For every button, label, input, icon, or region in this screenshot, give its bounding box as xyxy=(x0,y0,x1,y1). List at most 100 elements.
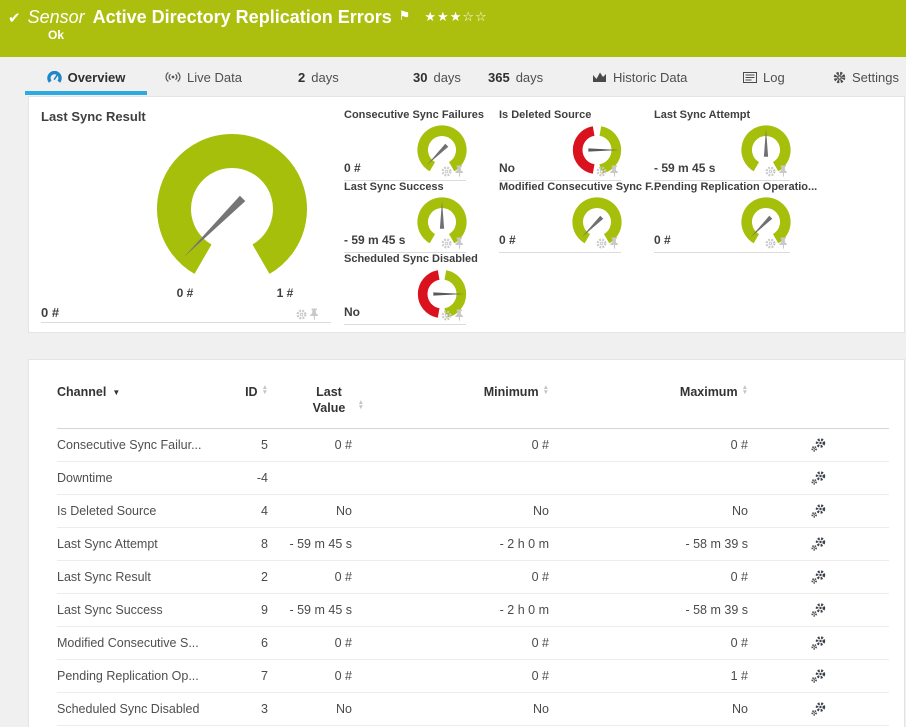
table-row: Scheduled Sync Disabled 3 No No No xyxy=(57,692,889,726)
live-data-icon xyxy=(165,72,181,82)
cell-actions xyxy=(748,494,889,528)
sensor-title-row: ✔ Sensor Active Directory Replication Er… xyxy=(0,0,906,28)
cell-minimum: - 2 h 0 m xyxy=(352,527,549,561)
cell-maximum: 0 # xyxy=(549,560,748,594)
channel-settings-icon[interactable] xyxy=(810,701,827,717)
channel-settings-icon[interactable] xyxy=(810,569,827,585)
gauge-settings-gear-icon[interactable] xyxy=(765,238,776,249)
tab-365-days[interactable]: 365 days xyxy=(488,66,543,88)
tab-30-days[interactable]: 30 days xyxy=(413,66,461,88)
gauge-pin-icon[interactable] xyxy=(455,309,464,321)
gauge-tile-consecutive-sync-failures: Consecutive Sync Failures 0 # xyxy=(344,109,484,181)
cell-maximum: - 58 m 39 s xyxy=(549,593,748,627)
gauge-pin-icon[interactable] xyxy=(779,165,788,177)
channels-table: Channel ▼ ID ▲ ▼ Last Value ▲ ▼ Minimum ▲ ▼ Max… xyxy=(57,360,889,726)
tab-settings[interactable]: Settings xyxy=(833,66,899,88)
gear-icon xyxy=(441,310,452,320)
cell-last-value: 0 # xyxy=(268,560,352,594)
gauge-pin-icon[interactable] xyxy=(455,237,464,249)
column-header-last-value[interactable]: Last Value ▲ ▼ xyxy=(268,360,364,429)
cell-maximum: 0 # xyxy=(549,428,748,462)
gauge-pin-icon[interactable] xyxy=(610,165,619,177)
gauge-value: 0 # xyxy=(499,233,516,247)
table-header-row: Channel ▼ ID ▲ ▼ Last Value ▲ ▼ Minimum ▲ ▼ Max… xyxy=(57,360,889,429)
status-check-icon: ✔ xyxy=(8,9,21,27)
gauge-tile-actions xyxy=(765,237,788,249)
gauge-title: Modified Consecutive Sync F... xyxy=(499,181,660,193)
table-row: Downtime -4 xyxy=(57,461,889,495)
channel-settings-icon[interactable] xyxy=(810,536,827,552)
gauge-settings-gear-icon[interactable] xyxy=(441,310,452,321)
column-header-id[interactable]: ID ▲ ▼ xyxy=(227,360,268,429)
cell-last-value: - 59 m 45 s xyxy=(268,593,352,627)
settings-gear-icon xyxy=(833,71,846,83)
cell-id: 5 xyxy=(227,428,268,462)
cell-channel: Last Sync Success xyxy=(57,593,227,627)
gauge-title: Last Sync Attempt xyxy=(654,109,751,121)
cell-maximum: 1 # xyxy=(549,659,748,693)
gauge-pin-icon[interactable] xyxy=(779,237,788,249)
cell-last-value: 0 # xyxy=(268,428,352,462)
column-header-channel[interactable]: Channel ▼ xyxy=(57,360,227,429)
channel-settings-gear-icon xyxy=(811,537,826,551)
channel-settings-gear-icon xyxy=(811,438,826,452)
gauge-settings-gear-icon[interactable] xyxy=(441,166,452,177)
gauge-tile-actions xyxy=(596,237,619,249)
flag-icon[interactable]: ⚑ xyxy=(399,8,411,24)
tab-2-days[interactable]: 2 days xyxy=(298,66,339,88)
cell-minimum xyxy=(352,461,549,495)
object-kind-label: Sensor xyxy=(27,7,85,27)
cell-minimum: 0 # xyxy=(352,560,549,594)
page-title: Active Directory Replication Errors xyxy=(92,7,392,27)
cell-actions xyxy=(748,659,889,693)
gauge-tile-actions xyxy=(441,309,464,321)
tab-historic-data[interactable]: Historic Data xyxy=(592,66,687,88)
pin-icon xyxy=(610,237,618,249)
status-badge: Ok xyxy=(48,28,65,42)
channel-settings-icon[interactable] xyxy=(810,503,827,519)
priority-stars[interactable]: ★★★☆☆ xyxy=(424,9,487,25)
historic-data-chart-icon xyxy=(593,72,606,82)
gauge-settings-gear-icon[interactable] xyxy=(296,309,307,320)
gauge-tile-actions xyxy=(441,165,464,177)
cell-channel: Modified Consecutive S... xyxy=(57,626,227,660)
table-row: Modified Consecutive S... 6 0 # 0 # 0 # xyxy=(57,626,889,660)
gauge-arc xyxy=(157,133,307,274)
channel-settings-icon[interactable] xyxy=(810,470,827,486)
cell-actions xyxy=(748,560,889,594)
gear-icon xyxy=(296,309,307,319)
gauge-tile-last-sync-attempt: Last Sync Attempt - 59 m 45 s xyxy=(654,109,791,181)
cell-actions xyxy=(748,626,889,660)
channel-settings-icon[interactable] xyxy=(810,437,827,453)
gauge-icon xyxy=(46,71,62,83)
channel-settings-icon[interactable] xyxy=(810,668,827,684)
tab-log[interactable]: Log xyxy=(743,66,785,88)
channel-settings-gear-icon xyxy=(811,669,826,683)
gauge-scale-max: 1 # xyxy=(276,286,294,300)
cell-channel: Is Deleted Source xyxy=(57,494,227,528)
prtg-sensor-page: ✔ Sensor Active Directory Replication Er… xyxy=(0,0,906,727)
column-header-maximum[interactable]: Maximum ▲ ▼ xyxy=(549,360,748,429)
cell-actions xyxy=(748,527,889,561)
cell-id: 9 xyxy=(227,593,268,627)
gauge-pin-icon[interactable] xyxy=(610,237,619,249)
gauge-tile-scheduled-sync-disabled: Scheduled Sync Disabled No xyxy=(344,253,478,325)
tab-overview[interactable]: Overview xyxy=(25,64,147,95)
cell-actions xyxy=(748,461,889,495)
cell-id: 2 xyxy=(227,560,268,594)
gauge-settings-gear-icon[interactable] xyxy=(765,166,776,177)
gauge-settings-gear-icon[interactable] xyxy=(596,166,607,177)
pin-icon xyxy=(310,308,318,320)
cell-minimum: 0 # xyxy=(352,659,549,693)
tab-live-data[interactable]: Live Data xyxy=(165,66,242,88)
gauge-settings-gear-icon[interactable] xyxy=(441,238,452,249)
gauge-settings-gear-icon[interactable] xyxy=(596,238,607,249)
channel-settings-icon[interactable] xyxy=(810,635,827,651)
gauge-pin-icon[interactable] xyxy=(310,308,319,320)
column-header-minimum[interactable]: Minimum ▲ ▼ xyxy=(352,360,549,429)
gauge-pin-icon[interactable] xyxy=(455,165,464,177)
channel-settings-icon[interactable] xyxy=(810,602,827,618)
table-row: Pending Replication Op... 7 0 # 0 # 1 # xyxy=(57,659,889,693)
cell-actions xyxy=(748,428,889,462)
cell-last-value: No xyxy=(268,494,352,528)
